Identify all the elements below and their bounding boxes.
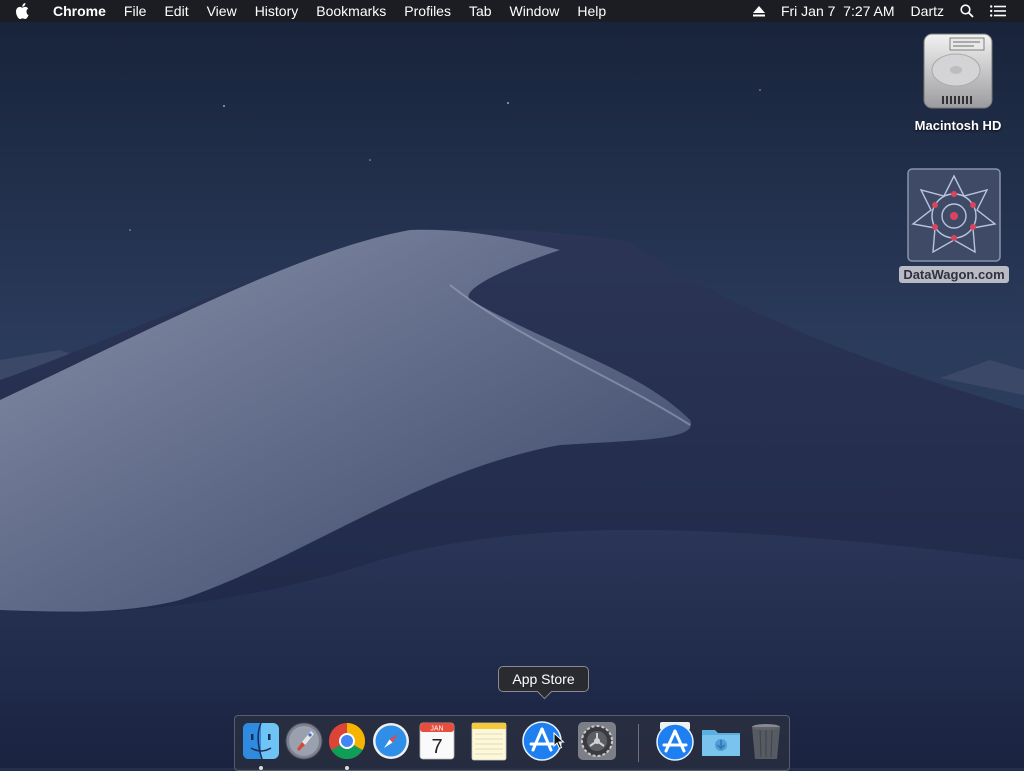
desktop-icon-macintosh-hd[interactable]: Macintosh HD bbox=[908, 32, 1008, 133]
calendar-icon: JAN 7 bbox=[419, 722, 455, 760]
desktop-wallpaper bbox=[0, 0, 1024, 768]
menu-window[interactable]: Window bbox=[501, 0, 569, 22]
launchpad-icon bbox=[285, 722, 323, 760]
dock-item-finder[interactable] bbox=[240, 720, 282, 770]
dock-item-downloads[interactable] bbox=[700, 720, 742, 762]
clock[interactable]: Fri Jan 7 7:27 AM bbox=[773, 0, 903, 22]
dock-item-safari[interactable] bbox=[370, 720, 412, 762]
menu-bar: Chrome File Edit View History Bookmarks … bbox=[0, 0, 1024, 22]
dock-item-calendar[interactable]: JAN 7 bbox=[416, 720, 458, 762]
downloads-folder-icon bbox=[702, 730, 740, 756]
desktop-icon-label: DataWagon.com bbox=[899, 266, 1009, 283]
menu-file[interactable]: File bbox=[115, 0, 156, 22]
notification-center-icon[interactable] bbox=[982, 5, 1014, 17]
running-indicator bbox=[345, 766, 349, 770]
spotlight-search-icon[interactable] bbox=[952, 4, 982, 18]
dock-item-system-preferences[interactable] bbox=[576, 720, 618, 762]
trash-icon bbox=[752, 724, 780, 759]
menu-help[interactable]: Help bbox=[568, 0, 615, 22]
finder-icon bbox=[243, 722, 279, 760]
user-name[interactable]: Dartz bbox=[903, 0, 952, 22]
menu-bookmarks[interactable]: Bookmarks bbox=[307, 0, 395, 22]
dock-item-app-store-2[interactable] bbox=[654, 720, 696, 762]
menu-view[interactable]: View bbox=[198, 0, 246, 22]
desktop-icon-label: Macintosh HD bbox=[914, 118, 1002, 133]
apple-icon[interactable] bbox=[0, 3, 44, 19]
mouse-cursor bbox=[553, 732, 565, 750]
system-preferences-icon bbox=[578, 722, 616, 760]
calendar-month: JAN bbox=[430, 726, 443, 733]
chrome-icon bbox=[328, 723, 366, 760]
dock-separator bbox=[638, 724, 639, 762]
dock-item-notes[interactable] bbox=[468, 720, 510, 762]
dock-item-trash[interactable] bbox=[745, 720, 787, 762]
desktop-icon-datawagon[interactable]: DataWagon.com bbox=[894, 168, 1014, 283]
menu-tab[interactable]: Tab bbox=[460, 0, 501, 22]
dock-item-chrome[interactable] bbox=[326, 720, 368, 770]
calendar-day: 7 bbox=[431, 736, 442, 758]
menu-app-name[interactable]: Chrome bbox=[44, 0, 115, 22]
menu-edit[interactable]: Edit bbox=[155, 0, 197, 22]
notes-icon bbox=[471, 722, 507, 761]
datawagon-logo-icon bbox=[907, 168, 1001, 262]
safari-icon bbox=[373, 723, 409, 759]
hard-drive-icon bbox=[923, 33, 993, 109]
running-indicator bbox=[259, 766, 263, 770]
dock-item-launchpad[interactable] bbox=[283, 720, 325, 762]
app-store-icon bbox=[656, 722, 694, 761]
menu-profiles[interactable]: Profiles bbox=[395, 0, 460, 22]
dock: JAN 7 bbox=[234, 715, 790, 771]
menu-history[interactable]: History bbox=[246, 0, 308, 22]
dock-tooltip: App Store bbox=[498, 666, 589, 692]
eject-icon[interactable] bbox=[745, 5, 773, 17]
